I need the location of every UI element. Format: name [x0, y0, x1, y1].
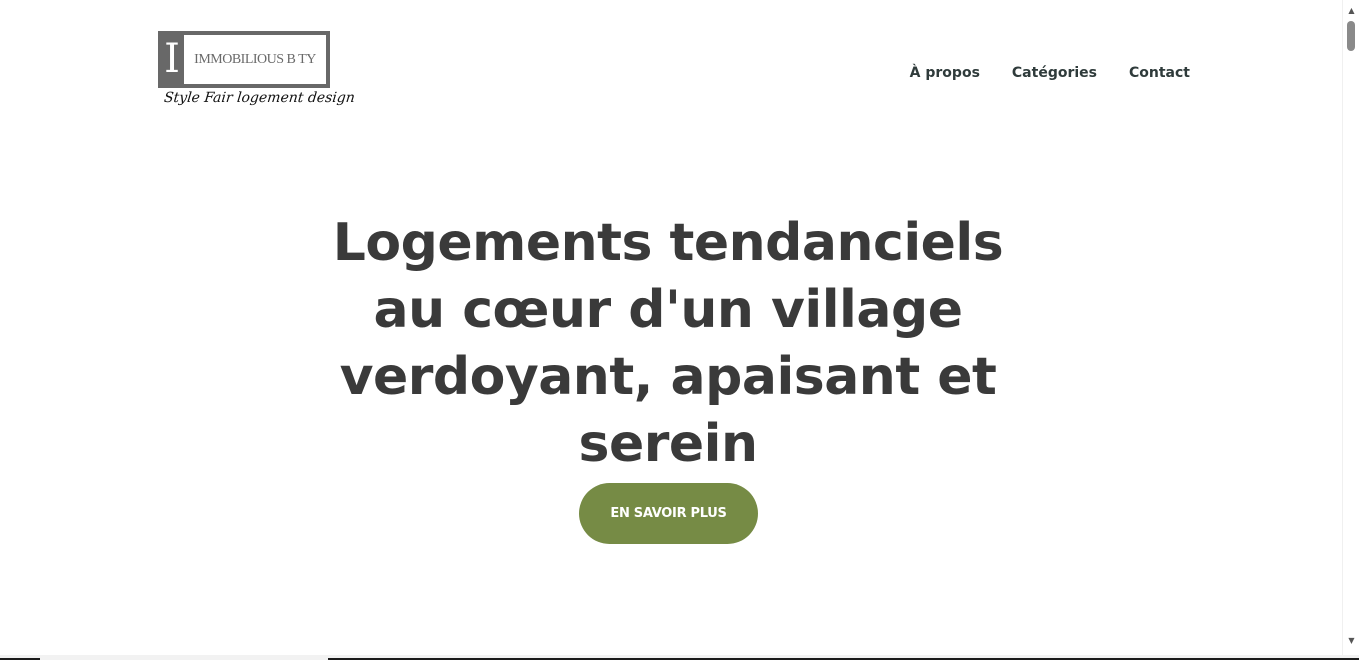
nav-link-contact[interactable]: Contact [1129, 62, 1190, 84]
chevron-up-icon[interactable]: ▲ [1347, 7, 1356, 15]
scrollbar-thumb[interactable] [1347, 21, 1355, 51]
page-viewport: I IMMOBILIOUS B TY Style Fair logement d… [0, 0, 1342, 655]
chevron-down-icon[interactable]: ▼ [1347, 637, 1356, 645]
logo-initial: I [164, 36, 180, 82]
site-logo[interactable]: I IMMOBILIOUS B TY Style Fair logement d… [158, 31, 356, 117]
main-nav: À propos Catégories Contact [910, 62, 1190, 84]
nav-link-a-propos[interactable]: À propos [910, 62, 980, 84]
nav-link-categories[interactable]: Catégories [1012, 62, 1097, 84]
bottom-edge [0, 655, 1359, 660]
logo-tagline: Style Fair logement design [163, 90, 356, 106]
logo-frame: I IMMOBILIOUS B TY [158, 31, 330, 88]
browser-page: I IMMOBILIOUS B TY Style Fair logement d… [0, 0, 1359, 660]
logo-brand-name: IMMOBILIOUS B TY [194, 51, 316, 67]
hero-title: Logements tendanciels au cœur d'un villa… [332, 213, 1004, 474]
vertical-scrollbar[interactable]: ▲ ▼ [1342, 0, 1359, 655]
learn-more-button[interactable]: EN SAVOIR PLUS [579, 483, 758, 544]
